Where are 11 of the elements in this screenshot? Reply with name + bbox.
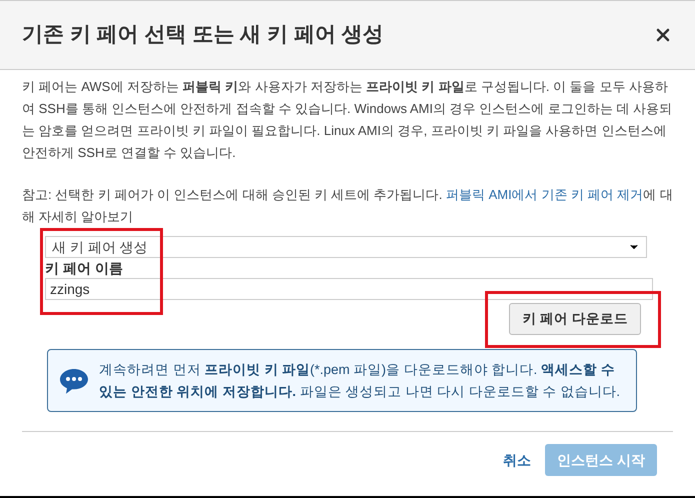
learn-more-link[interactable]: 퍼블릭 AMI에서 기존 키 페어 제거 [446,187,644,202]
cancel-button[interactable]: 취소 [503,449,532,471]
key-pair-select[interactable]: 새 키 페어 생성 [45,236,647,258]
chat-bubble-icon [59,366,89,394]
note-paragraph: 참고: 선택한 키 페어가 이 인스턴스에 대해 승인된 키 세트에 추가됩니다. 퍼블릭 AMI에서 기존 키 페어 제거에 대해 자세히 알아보기 [22,186,673,226]
dialog-title: 기존 키 페어 선택 또는 새 키 페어 생성 [22,22,384,48]
key-pair-name-field[interactable]: zzings [45,278,653,300]
download-key-pair-button[interactable]: 키 페어 다운로드 [509,303,641,335]
alert-message: 계속하려면 먼저 프라이빗 키 파일(*.pem 파일)을 다운로드해야 합니다. 액세스할 수 있는 안전한 위치에 저장합니다. 파일은 생성되고 나면 다시 다운로드할 수 없습니다. [99,360,622,400]
key-pair-name-label: 키 페어 이름 [45,259,124,278]
intro-paragraph: 키 페어는 AWS에 저장하는 퍼블릭 키와 사용자가 저장하는 프라이빗 키 파일로 구성됩니다. 이 둘을 모두 사용하여 SSH를 통해 인스턴스에 안전하게 접속할 수 있습니다. Windows AMI의 경우 인스턴스에 로그인하는 데 사용되는 암호를 얻으려면 프라이빗 키 파일이 필요합니다. Linux AMI의 경우, 프라이빗 키 파일을 사용하면 인스턴스에 안전하게 SSH로 연결할 수 있습니다. [22,78,673,162]
